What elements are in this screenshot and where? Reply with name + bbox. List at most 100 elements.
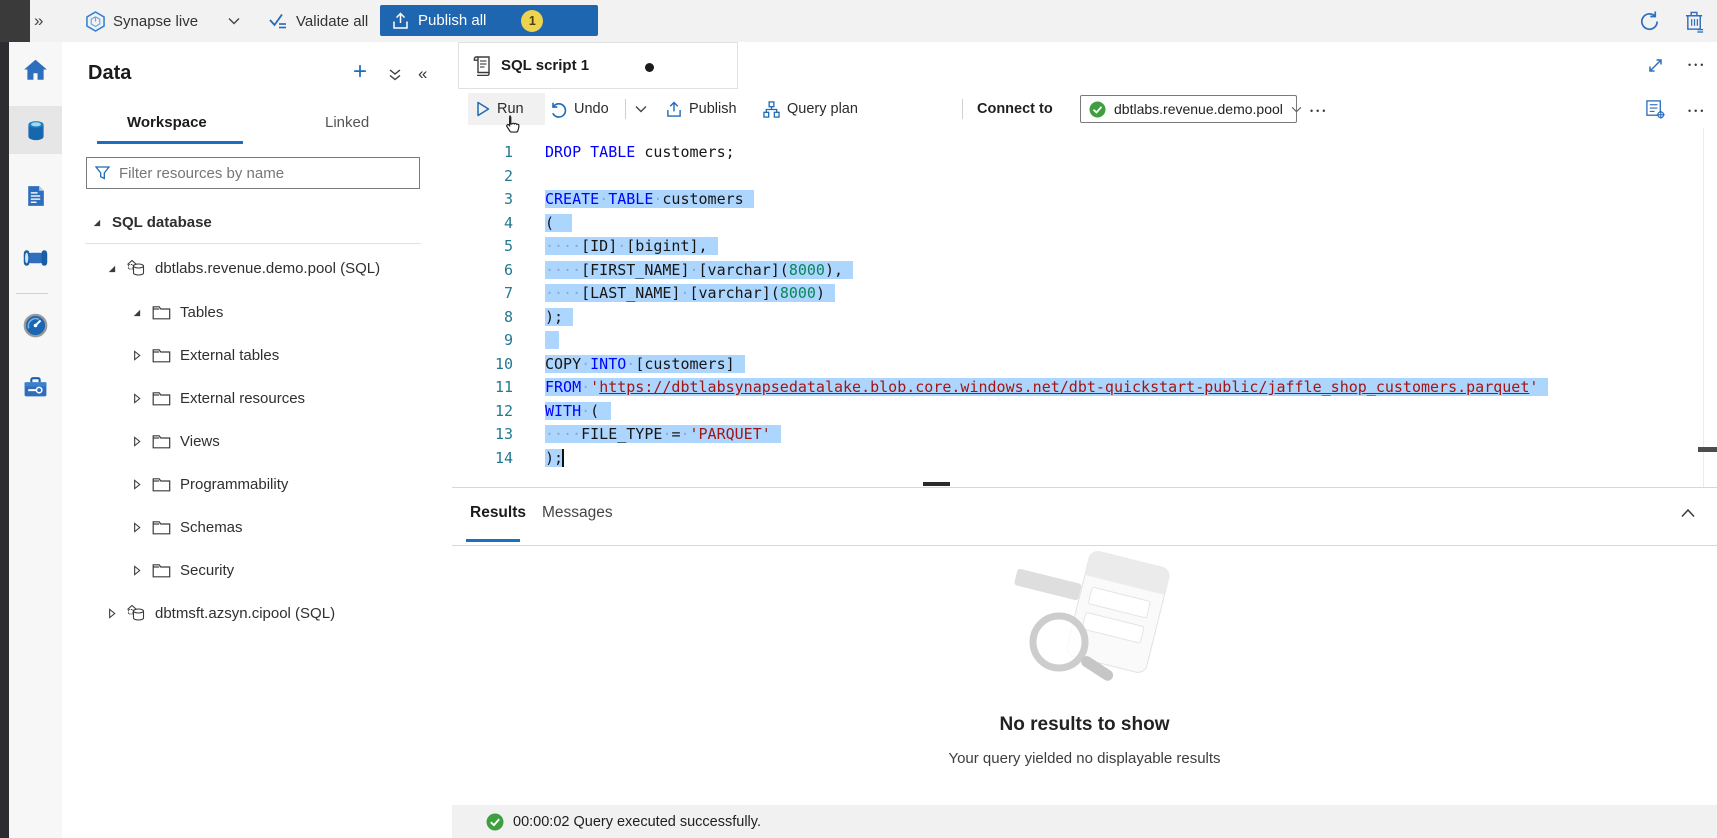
tree-item-views[interactable]: Views (62, 426, 516, 456)
collapse-arrow-icon[interactable] (88, 217, 104, 228)
expand-menu-icon[interactable]: » (34, 0, 43, 42)
toolbar-overflow-icon[interactable]: ••• (1688, 106, 1706, 116)
rail-item-data[interactable] (9, 106, 62, 154)
panel-splitter[interactable] (452, 487, 1717, 488)
empty-results-state: No results to show Your query yielded no… (452, 550, 1717, 767)
run-button[interactable]: Run (476, 90, 524, 128)
expand-arrow-icon[interactable] (128, 436, 144, 447)
tree-item-dbtlabs-revenue-demo-pool-sql[interactable]: dbtlabs.revenue.demo.pool (SQL) (62, 253, 491, 283)
tree-item-sql-database[interactable]: SQL database2 (62, 207, 476, 237)
tab-title: SQL script 1 (501, 57, 589, 74)
code-line-content (545, 329, 559, 353)
rail-item-manage[interactable] (9, 363, 62, 411)
code-line-8[interactable]: 8); (452, 306, 1717, 330)
code-line-14[interactable]: 14); (452, 447, 1717, 471)
code-line-content: CREATE·TABLE·customers (545, 188, 754, 212)
publish-count-badge: 1 (521, 10, 543, 32)
collapse-results-icon[interactable] (1680, 508, 1696, 518)
code-line-1[interactable]: 1DROP TABLE customers; (452, 141, 1717, 165)
rail-item-develop[interactable] (9, 172, 62, 220)
workspace-switcher[interactable]: Synapse live (86, 0, 240, 42)
rail-item-monitor[interactable] (9, 301, 62, 349)
connection-dropdown[interactable]: dbtlabs.revenue.demo.pool (1080, 95, 1297, 123)
code-line-12[interactable]: 12WITH·( (452, 400, 1717, 424)
validate-check-icon (268, 12, 288, 30)
selection-highlight: ); (545, 449, 564, 467)
database-icon (123, 604, 149, 622)
trash-icon[interactable] (1684, 0, 1705, 42)
collapse-arrow-icon[interactable] (103, 263, 119, 274)
tree-item-label: dbtlabs.revenue.demo.pool (SQL) (155, 260, 380, 277)
success-check-icon (486, 813, 504, 831)
code-line-3[interactable]: 3CREATE·TABLE·customers (452, 188, 1717, 212)
validate-all-label: Validate all (296, 13, 368, 30)
line-number: 2 (452, 165, 513, 189)
tree-item-dbtmsft-azsyn-cipool-sql[interactable]: dbtmsft.azsyn.cipool (SQL) (62, 598, 491, 628)
tab-messages[interactable]: Messages (542, 504, 613, 522)
rail-item-integrate[interactable] (9, 234, 62, 282)
success-check-icon (1089, 101, 1106, 118)
folder-icon (148, 305, 174, 320)
rail-divider (16, 293, 48, 294)
collapse-arrow-icon[interactable] (128, 307, 144, 318)
selection-highlight: ····[ID]·[bigint], (545, 237, 718, 255)
database-cylinder-icon (23, 117, 49, 144)
code-line-5[interactable]: 5 ····[ID]·[bigint], (452, 235, 1717, 259)
line-number: 5 (452, 235, 513, 259)
code-line-4[interactable]: 4( (452, 212, 1717, 236)
code-line-11[interactable]: 11FROM·'https://dbtlabsynapsedatalake.bl… (452, 376, 1717, 400)
code-line-13[interactable]: 13····FILE_TYPE·=·'PARQUET' (452, 423, 1717, 447)
expand-arrow-icon[interactable] (128, 565, 144, 576)
database-icon (123, 259, 149, 277)
publish-all-button[interactable]: Publish all 1 (380, 5, 598, 36)
expand-editor-icon[interactable] (1647, 57, 1664, 74)
document-icon (23, 183, 48, 209)
org-chart-icon (763, 101, 780, 118)
expand-arrow-icon[interactable] (128, 350, 144, 361)
empty-results-subtitle: Your query yielded no displayable result… (452, 750, 1717, 767)
folder-icon (148, 520, 174, 535)
workspace-name: Synapse live (113, 13, 198, 30)
tab-sql-script-1[interactable]: SQL script 1 (458, 42, 738, 89)
expand-arrow-icon[interactable] (128, 522, 144, 533)
splitter-grip[interactable] (923, 482, 950, 486)
selection-highlight (545, 331, 559, 349)
code-line-content: ····FILE_TYPE·=·'PARQUET' (545, 423, 781, 447)
validate-all-button[interactable]: Validate all (268, 0, 368, 42)
undo-dropdown-chevron[interactable] (635, 90, 647, 128)
tree-item-label: dbtmsft.azsyn.cipool (SQL) (155, 605, 335, 622)
code-line-content: ( (545, 212, 572, 236)
no-results-illustration (997, 550, 1172, 700)
tree-item-external-tables[interactable]: External tables (62, 340, 516, 370)
tree-item-schemas[interactable]: Schemas (62, 512, 516, 542)
tree-item-security[interactable]: Security (62, 555, 516, 585)
tab-more-icon[interactable]: ••• (1688, 60, 1706, 70)
code-line-9[interactable]: 9 (452, 329, 1717, 353)
tree-item-tables[interactable]: Tables (62, 297, 516, 327)
rail-item-home[interactable] (9, 46, 62, 94)
code-editor[interactable]: 1DROP TABLE customers;23CREATE·TABLE·cus… (452, 128, 1717, 487)
run-label: Run (497, 101, 524, 117)
expand-arrow-icon[interactable] (128, 393, 144, 404)
refresh-icon[interactable] (1638, 0, 1661, 42)
toolbar-more-icon[interactable]: ••• (1310, 106, 1328, 116)
tree-item-external-resources[interactable]: External resources (62, 383, 516, 413)
expand-arrow-icon[interactable] (128, 479, 144, 490)
publish-button[interactable]: Publish (666, 90, 737, 128)
tree-item-programmability[interactable]: Programmability (62, 469, 516, 499)
code-line-2[interactable]: 2 (452, 165, 1717, 189)
code-line-6[interactable]: 6····[FIRST_NAME]·[varchar](8000), (452, 259, 1717, 283)
results-tab-underline (466, 539, 520, 542)
selection-highlight: FROM·'https://dbtlabsynapsedatalake.blob… (545, 378, 1548, 396)
synapse-logo-icon (86, 11, 105, 32)
tree-item-label: External tables (180, 347, 279, 364)
code-line-7[interactable]: 7····[LAST_NAME]·[varchar](8000) (452, 282, 1717, 306)
tab-results[interactable]: Results (470, 504, 526, 522)
query-plan-button[interactable]: Query plan (763, 90, 858, 128)
undo-button[interactable]: Undo (550, 90, 609, 128)
chevron-down-icon (228, 17, 240, 25)
code-line-10[interactable]: 10COPY·INTO·[customers] (452, 353, 1717, 377)
expand-arrow-icon[interactable] (103, 608, 119, 619)
result-settings-icon[interactable] (1645, 99, 1666, 120)
editor-scrollbar-thumb[interactable] (1698, 447, 1717, 452)
